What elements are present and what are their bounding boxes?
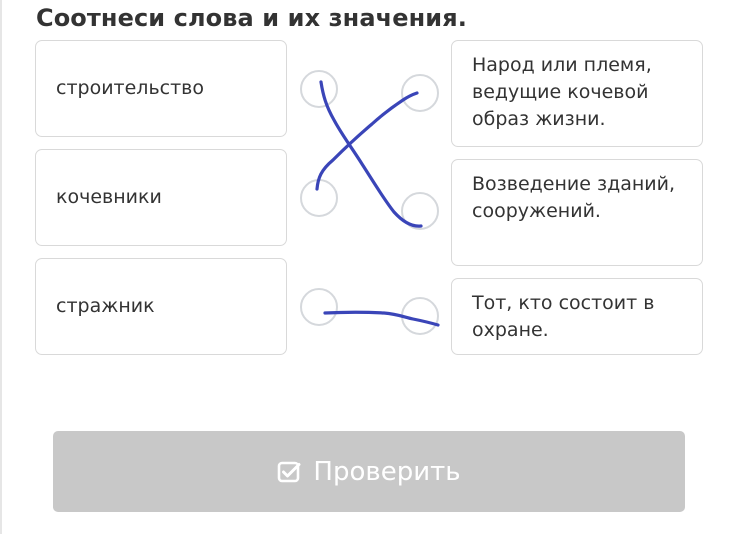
definition-card-2[interactable]: Возведение зданий, сооружений. — [451, 159, 703, 266]
word-card-1[interactable]: строительство — [35, 40, 287, 137]
definition-label: Тот, кто состоит в охране. — [472, 292, 655, 341]
word-connector-dot-1[interactable] — [300, 70, 338, 108]
task-title: Соотнеси слова и их значения. — [36, 4, 467, 32]
definition-label: Народ или племя, ведущие кочевой образ ж… — [472, 54, 652, 130]
left-edge-divider — [0, 0, 2, 534]
definition-card-3[interactable]: Тот, кто состоит в охране. — [451, 278, 703, 355]
word-label: строительство — [56, 77, 204, 99]
word-label: кочевники — [56, 186, 162, 208]
definition-connector-dot-2[interactable] — [401, 192, 439, 230]
checkbox-checked-icon — [278, 461, 301, 482]
definition-connector-dot-1[interactable] — [401, 74, 439, 112]
check-button-label: Проверить — [313, 456, 461, 487]
word-card-2[interactable]: кочевники — [35, 149, 287, 246]
drawn-line-2 — [315, 91, 419, 191]
check-button[interactable]: Проверить — [53, 431, 685, 512]
definition-label: Возведение зданий, сооружений. — [472, 173, 676, 222]
word-connector-dot-2[interactable] — [300, 179, 338, 217]
definition-card-1[interactable]: Народ или племя, ведущие кочевой образ ж… — [451, 40, 703, 147]
word-connector-dot-3[interactable] — [300, 288, 338, 326]
word-card-3[interactable]: стражник — [35, 258, 287, 355]
definition-connector-dot-3[interactable] — [401, 297, 439, 335]
word-label: стражник — [56, 295, 155, 317]
